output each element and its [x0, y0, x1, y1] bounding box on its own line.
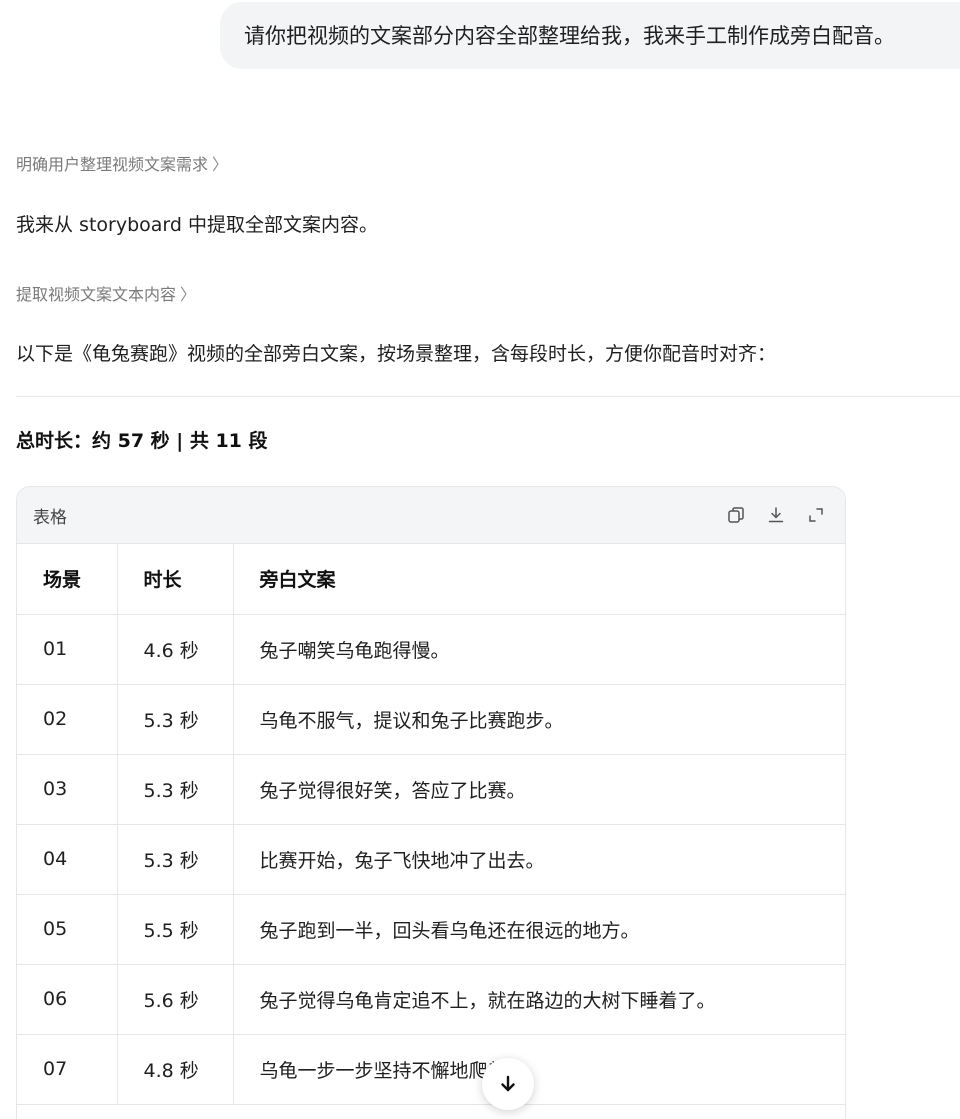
table-row: 06 5.6 秒 兔子觉得乌龟肯定追不上，就在路边的大树下睡着了。 [17, 964, 845, 1035]
arrow-down-icon [501, 1075, 515, 1092]
narration-cell: 兔子觉得很好笑，答应了比赛。 [233, 754, 845, 825]
scene-cell: 02 [17, 684, 118, 755]
narration-cell: 比赛开始，兔子飞快地冲了出去。 [233, 824, 845, 895]
response-paragraph: 我来从 storyboard 中提取全部文案内容。 [16, 214, 378, 236]
copy-icon[interactable] [725, 504, 747, 526]
table-card-header: 表格 [17, 487, 845, 544]
table-row: 07 4.8 秒 乌龟一步一步坚持不懈地爬着。 [17, 1034, 845, 1105]
table-card-title: 表格 [33, 507, 67, 528]
user-message-bubble: 请你把视频的文案部分内容全部整理给我，我来手工制作成旁白配音。 [220, 2, 960, 69]
scene-cell: 03 [17, 754, 118, 825]
duration-cell: 5.3 秒 [117, 824, 234, 895]
duration-cell: 5.5 秒 [117, 894, 234, 965]
user-message-text: 请你把视频的文案部分内容全部整理给我，我来手工制作成旁白配音。 [244, 24, 895, 48]
divider [16, 396, 960, 397]
narration-cell: 兔子跑到一半，回头看乌龟还在很远的地方。 [233, 894, 845, 965]
table-row: 04 5.3 秒 比赛开始，兔子飞快地冲了出去。 [17, 824, 845, 895]
narration-cell: 兔子嘲笑乌龟跑得慢。 [233, 614, 845, 685]
duration-cell: 4.8 秒 [117, 1034, 234, 1105]
scene-cell: 05 [17, 894, 118, 965]
chevron-right-icon: 〉 [212, 155, 229, 174]
thinking-step-2[interactable]: 提取视频文案文本内容〉 [16, 284, 196, 306]
duration-cell: 4.6 秒 [117, 614, 234, 685]
column-header-duration: 时长 [117, 544, 234, 615]
duration-cell: 5.3 秒 [117, 684, 234, 755]
chat-page: 请你把视频的文案部分内容全部整理给我，我来手工制作成旁白配音。 明确用户整理视频… [0, 0, 960, 1119]
response-paragraph: 以下是《龟兔赛跑》视频的全部旁白文案，按场景整理，含每段时长，方便你配音时对齐： [16, 343, 777, 365]
scene-cell: 01 [17, 614, 118, 685]
table-card: 表格 场景 时长 旁白文案 01 4.6 秒 兔子嘲笑乌龟跑得慢。 02 5.3… [16, 486, 846, 1119]
chevron-right-icon: 〉 [180, 285, 197, 304]
table-header-row: 场景 时长 旁白文案 [17, 544, 845, 615]
scene-cell: 07 [17, 1034, 118, 1105]
narration-cell: 乌龟不服气，提议和兔子比赛跑步。 [233, 684, 845, 755]
narration-cell: 乌龟一步一步坚持不懈地爬着。 [233, 1034, 845, 1105]
thinking-step-label: 提取视频文案文本内容 [16, 285, 177, 304]
duration-cell: 5.6 秒 [117, 964, 234, 1035]
column-header-narration: 旁白文案 [233, 544, 845, 615]
scene-cell: 04 [17, 824, 118, 895]
summary-heading: 总时长：约 57 秒 | 共 11 段 [16, 430, 268, 452]
thinking-step-label: 明确用户整理视频文案需求 [16, 155, 209, 174]
narration-cell: 兔子觉得乌龟肯定追不上，就在路边的大树下睡着了。 [233, 964, 845, 1035]
expand-icon[interactable] [805, 504, 827, 526]
download-icon[interactable] [765, 504, 787, 526]
table-row: 02 5.3 秒 乌龟不服气，提议和兔子比赛跑步。 [17, 684, 845, 755]
table-toolbar [725, 504, 827, 526]
scroll-to-bottom-button[interactable] [482, 1058, 534, 1110]
duration-cell: 5.3 秒 [117, 754, 234, 825]
table-row: 05 5.5 秒 兔子跑到一半，回头看乌龟还在很远的地方。 [17, 894, 845, 965]
column-header-scene: 场景 [17, 544, 118, 615]
thinking-step-1[interactable]: 明确用户整理视频文案需求〉 [16, 154, 228, 176]
narration-table: 场景 时长 旁白文案 01 4.6 秒 兔子嘲笑乌龟跑得慢。 02 5.3 秒 … [17, 544, 845, 1105]
table-row: 03 5.3 秒 兔子觉得很好笑，答应了比赛。 [17, 754, 845, 825]
scene-cell: 06 [17, 964, 118, 1035]
table-row: 01 4.6 秒 兔子嘲笑乌龟跑得慢。 [17, 614, 845, 685]
